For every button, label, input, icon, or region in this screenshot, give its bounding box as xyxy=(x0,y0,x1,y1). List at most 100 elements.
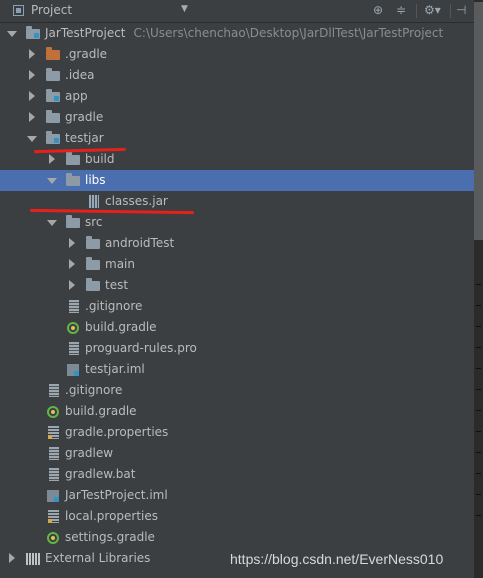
tree-item-label: gradle.properties xyxy=(65,425,169,439)
expanded-arrow-icon[interactable] xyxy=(47,178,57,184)
tree-item-label: classes.jar xyxy=(105,194,168,208)
tree-item-src[interactable]: src xyxy=(0,212,474,233)
collapsed-arrow-icon[interactable] xyxy=(29,70,35,80)
folder-icon xyxy=(66,215,80,228)
tree-item-label: proguard-rules.pro xyxy=(85,341,197,355)
gutter-mark xyxy=(476,368,481,369)
text-file-icon xyxy=(69,300,79,313)
tree-item-main[interactable]: main xyxy=(0,254,474,275)
gradle-file-icon xyxy=(47,406,59,418)
folder-icon xyxy=(86,257,100,270)
text-file-icon xyxy=(69,342,79,355)
tree-item-idea[interactable]: .idea xyxy=(0,65,474,86)
tree-item-gitignore-module[interactable]: .gitignore xyxy=(0,296,474,317)
gutter-mark xyxy=(476,494,481,495)
tree-item-settings-gradle[interactable]: settings.gradle xyxy=(0,527,474,548)
tree-item-local-properties[interactable]: local.properties xyxy=(0,506,474,527)
root-project-path: C:\Users\chenchao\Desktop\JarDllTest\Jar… xyxy=(133,26,444,40)
tree-item-gradlew-bat[interactable]: gradlew.bat xyxy=(0,464,474,485)
tree-item-proguard[interactable]: proguard-rules.pro xyxy=(0,338,474,359)
collapsed-arrow-icon[interactable] xyxy=(29,91,35,101)
tree-item-label: .gitignore xyxy=(65,383,123,397)
tree-item-gradle-dir[interactable]: .gradle xyxy=(0,44,474,65)
module-folder-icon xyxy=(46,89,60,102)
tree-item-build-gradle-root[interactable]: build.gradle xyxy=(0,401,474,422)
project-view-title[interactable]: Project xyxy=(31,3,72,17)
project-toolwindow-header: Project ▼ ⊕ ≑ ⚙▾ ⊣ xyxy=(0,0,474,23)
hide-icon[interactable]: ⊣ xyxy=(456,3,466,17)
tree-item-label: .idea xyxy=(65,68,95,82)
tree-item-label: main xyxy=(105,257,135,271)
tree-item-libs[interactable]: libs xyxy=(0,170,474,191)
dropdown-arrow-icon[interactable]: ▼ xyxy=(181,4,188,14)
collapsed-arrow-icon[interactable] xyxy=(9,553,15,563)
jar-file-icon xyxy=(89,195,99,208)
root-project-name: JarTestProject xyxy=(45,26,126,40)
gutter-mark xyxy=(476,326,481,327)
collapsed-arrow-icon[interactable] xyxy=(69,259,75,269)
properties-file-icon xyxy=(48,510,59,523)
tree-item-label: .gitignore xyxy=(85,299,143,313)
tree-item-label: build xyxy=(85,152,115,166)
tree-item-gitignore-root[interactable]: .gitignore xyxy=(0,380,474,401)
collapsed-arrow-icon[interactable] xyxy=(49,154,55,164)
gradle-file-icon xyxy=(47,532,59,544)
sync-icon[interactable]: ⊕ xyxy=(373,3,383,17)
expanded-arrow-icon[interactable] xyxy=(27,136,37,142)
gutter-mark xyxy=(476,473,481,474)
collapsed-arrow-icon[interactable] xyxy=(29,49,35,59)
tree-item-testjar-iml[interactable]: testjar.iml xyxy=(0,359,474,380)
tree-root-row[interactable]: JarTestProject C:\Users\chenchao\Desktop\… xyxy=(0,23,474,44)
project-icon xyxy=(13,5,24,16)
tree-item-project-iml[interactable]: JarTestProject.iml xyxy=(0,485,474,506)
tree-item-label: settings.gradle xyxy=(65,530,155,544)
tree-item-build-gradle-module[interactable]: build.gradle xyxy=(0,317,474,338)
tree-item-test[interactable]: test xyxy=(0,275,474,296)
gutter-mark xyxy=(476,431,481,432)
tree-item-gradle[interactable]: gradle xyxy=(0,107,474,128)
module-folder-icon xyxy=(26,26,40,39)
collapsed-arrow-icon[interactable] xyxy=(69,238,75,248)
header-divider xyxy=(450,4,451,18)
properties-file-icon xyxy=(48,426,59,439)
collapse-all-icon[interactable]: ≑ xyxy=(396,3,406,17)
text-file-icon xyxy=(49,384,59,397)
tree-item-gradle-properties[interactable]: gradle.properties xyxy=(0,422,474,443)
gutter-mark xyxy=(476,389,481,390)
folder-icon xyxy=(66,152,80,165)
tree-item-app[interactable]: app xyxy=(0,86,474,107)
tree-item-gradlew[interactable]: gradlew xyxy=(0,443,474,464)
tree-item-label: test xyxy=(105,278,129,292)
gutter-mark xyxy=(476,452,481,453)
vertical-scrollbar-thumb[interactable] xyxy=(474,2,483,240)
collapsed-arrow-icon[interactable] xyxy=(69,280,75,290)
collapsed-arrow-icon[interactable] xyxy=(29,112,35,122)
tree-item-label: libs xyxy=(85,173,106,187)
library-icon xyxy=(26,553,40,565)
tree-item-androidtest[interactable]: androidTest xyxy=(0,233,474,254)
folder-icon xyxy=(46,47,60,60)
folder-icon xyxy=(46,110,60,123)
iml-file-icon xyxy=(47,490,59,502)
text-file-icon xyxy=(49,447,59,460)
folder-icon xyxy=(86,278,100,291)
tree-item-label: gradlew.bat xyxy=(65,467,136,481)
tree-item-label: gradlew xyxy=(65,446,114,460)
folder-icon xyxy=(86,236,100,249)
header-divider xyxy=(416,4,417,18)
folder-icon xyxy=(66,173,80,186)
tree-item-testjar[interactable]: testjar xyxy=(0,128,474,149)
settings-gear-icon[interactable]: ⚙▾ xyxy=(424,3,441,17)
expanded-arrow-icon[interactable] xyxy=(47,220,57,226)
tree-item-label: testjar xyxy=(65,131,104,145)
tree-item-label: gradle xyxy=(65,110,104,124)
tree-item-label: build.gradle xyxy=(65,404,137,418)
module-folder-icon xyxy=(46,131,60,144)
folder-icon xyxy=(46,68,60,81)
tree-item-label: JarTestProject.iml xyxy=(65,488,168,502)
expanded-arrow-icon[interactable] xyxy=(7,31,17,37)
gutter-mark xyxy=(476,515,481,516)
tree-item-label: androidTest xyxy=(105,236,175,250)
gutter-mark xyxy=(476,347,481,348)
tree-item-label: local.properties xyxy=(65,509,159,523)
